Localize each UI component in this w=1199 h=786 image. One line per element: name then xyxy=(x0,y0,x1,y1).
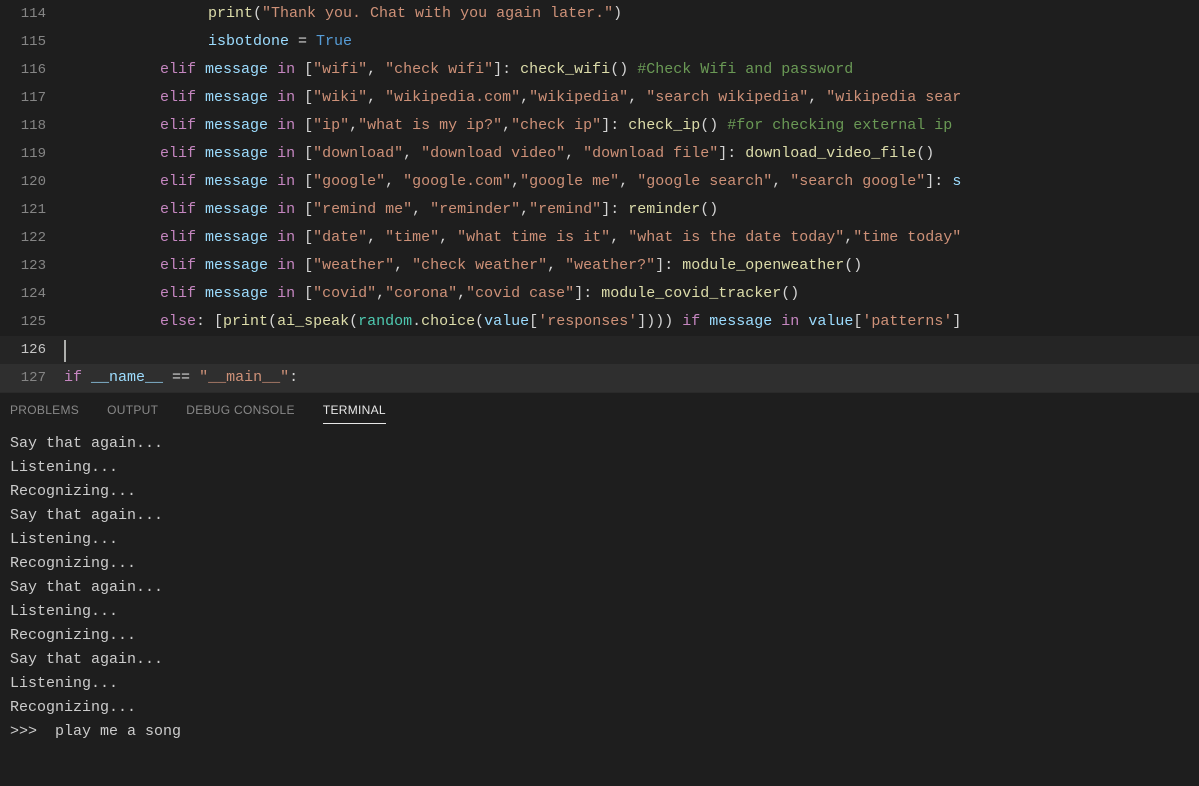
line-number: 120 xyxy=(0,168,64,196)
code-line[interactable]: 116elif message in ["wifi", "check wifi"… xyxy=(0,56,1199,84)
code-line[interactable]: 115isbotdone = True xyxy=(0,28,1199,56)
line-number: 124 xyxy=(0,280,64,308)
line-number: 126 xyxy=(0,336,64,364)
code-content[interactable]: elif message in ["ip","what is my ip?","… xyxy=(64,112,1199,140)
panel-tab-problems[interactable]: PROBLEMS xyxy=(10,403,79,424)
line-number: 114 xyxy=(0,0,64,28)
line-number: 123 xyxy=(0,252,64,280)
code-line[interactable]: 118elif message in ["ip","what is my ip?… xyxy=(0,112,1199,140)
code-line[interactable]: 127if __name__ == "__main__": xyxy=(0,364,1199,392)
code-content[interactable]: elif message in ["google", "google.com",… xyxy=(64,168,1199,196)
panel-tab-output[interactable]: OUTPUT xyxy=(107,403,158,424)
code-content[interactable]: else: [print(ai_speak(random.choice(valu… xyxy=(64,308,1199,336)
code-content[interactable]: elif message in ["weather", "check weath… xyxy=(64,252,1199,280)
code-content[interactable] xyxy=(64,336,1199,364)
line-number: 122 xyxy=(0,224,64,252)
line-number: 125 xyxy=(0,308,64,336)
code-content[interactable]: elif message in ["wiki", "wikipedia.com"… xyxy=(64,84,1199,112)
panel-tab-terminal[interactable]: TERMINAL xyxy=(323,403,386,424)
code-editor[interactable]: 114print("Thank you. Chat with you again… xyxy=(0,0,1199,392)
line-number: 115 xyxy=(0,28,64,56)
bottom-panel: PROBLEMS OUTPUT DEBUG CONSOLE TERMINAL Say … xyxy=(0,392,1199,752)
code-line[interactable]: 117elif message in ["wiki", "wikipedia.c… xyxy=(0,84,1199,112)
panel-tab-debug-console[interactable]: DEBUG CONSOLE xyxy=(186,403,295,424)
panel-tabs: PROBLEMS OUTPUT DEBUG CONSOLE TERMINAL xyxy=(0,393,1199,424)
code-content[interactable]: elif message in ["download", "download v… xyxy=(64,140,1199,168)
code-line[interactable]: 126 xyxy=(0,336,1199,364)
line-number: 116 xyxy=(0,56,64,84)
terminal-output[interactable]: Say that again... Listening... Recognizi… xyxy=(0,424,1199,752)
code-line[interactable]: 124elif message in ["covid","corona","co… xyxy=(0,280,1199,308)
code-content[interactable]: elif message in ["wifi", "check wifi"]: … xyxy=(64,56,1199,84)
code-line[interactable]: 125else: [print(ai_speak(random.choice(v… xyxy=(0,308,1199,336)
code-content[interactable]: elif message in ["remind me", "reminder"… xyxy=(64,196,1199,224)
code-content[interactable]: print("Thank you. Chat with you again la… xyxy=(64,0,1199,28)
line-number: 121 xyxy=(0,196,64,224)
code-line[interactable]: 114print("Thank you. Chat with you again… xyxy=(0,0,1199,28)
code-line[interactable]: 123elif message in ["weather", "check we… xyxy=(0,252,1199,280)
code-line[interactable]: 122elif message in ["date", "time", "wha… xyxy=(0,224,1199,252)
code-line[interactable]: 120elif message in ["google", "google.co… xyxy=(0,168,1199,196)
code-content[interactable]: elif message in ["date", "time", "what t… xyxy=(64,224,1199,252)
code-content[interactable]: isbotdone = True xyxy=(64,28,1199,56)
code-line[interactable]: 121elif message in ["remind me", "remind… xyxy=(0,196,1199,224)
code-content[interactable]: if __name__ == "__main__": xyxy=(64,364,1199,392)
code-content[interactable]: elif message in ["covid","corona","covid… xyxy=(64,280,1199,308)
line-number: 118 xyxy=(0,112,64,140)
line-number: 127 xyxy=(0,364,64,392)
line-number: 117 xyxy=(0,84,64,112)
text-cursor xyxy=(64,340,66,362)
code-line[interactable]: 119elif message in ["download", "downloa… xyxy=(0,140,1199,168)
line-number: 119 xyxy=(0,140,64,168)
